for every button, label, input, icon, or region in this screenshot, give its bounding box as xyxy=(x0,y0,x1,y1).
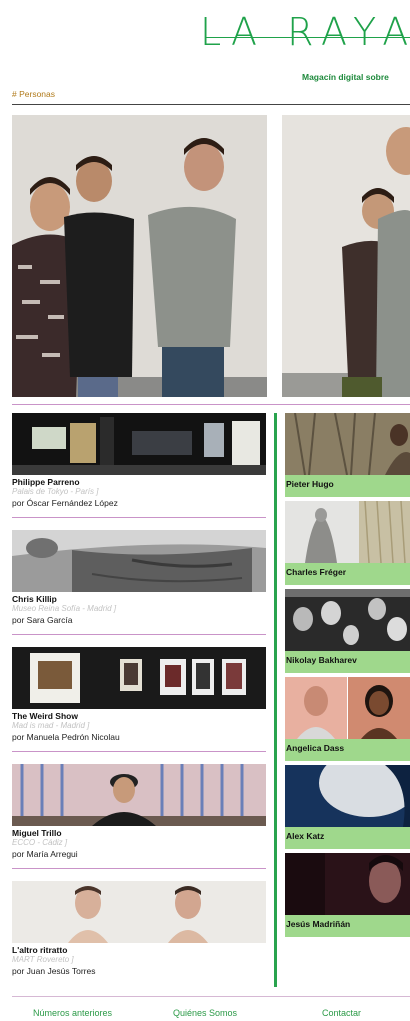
article-author: por Juan Jesús Torres xyxy=(12,966,96,976)
side-card[interactable]: Nikolay Bakharev xyxy=(285,589,410,676)
side-card-title[interactable]: Angelica Dass xyxy=(285,739,410,761)
article-card[interactable]: Chris Killip Museo Reina Sofía - Madrid … xyxy=(12,530,266,647)
side-card-title[interactable]: Pieter Hugo xyxy=(285,475,410,497)
article-venue: ECCO - Cádiz ] xyxy=(12,838,68,847)
article-author: por María Arregui xyxy=(12,849,78,859)
article-author: por Manuela Pedrón Nicolau xyxy=(12,732,120,742)
card-separator xyxy=(12,634,266,635)
side-card[interactable]: Alex Katz xyxy=(285,765,410,852)
site-logo[interactable]: LA RAYA xyxy=(200,12,410,52)
section-tag[interactable]: # Personas xyxy=(12,89,55,99)
article-title[interactable]: L'altro ritratto xyxy=(12,945,67,955)
article-author: por Óscar Fernández López xyxy=(12,498,118,508)
hero-image-main[interactable] xyxy=(12,115,267,397)
hero-image-secondary[interactable] xyxy=(282,115,410,397)
previous-issues-link[interactable]: Números anteriores xyxy=(33,1008,112,1018)
article-thumbnail[interactable] xyxy=(12,530,266,592)
article-thumbnail[interactable] xyxy=(12,413,266,475)
side-card-title[interactable]: Nikolay Bakharev xyxy=(285,651,410,673)
article-title[interactable]: The Weird Show xyxy=(12,711,78,721)
side-card-title[interactable]: Alex Katz xyxy=(285,827,410,849)
article-title[interactable]: Miguel Trillo xyxy=(12,828,62,838)
article-author: por Sara García xyxy=(12,615,73,625)
article-venue: Mad is mad - Madrid ] xyxy=(12,721,90,730)
side-thumbnail[interactable] xyxy=(285,501,410,563)
article-card[interactable]: L'altro ritratto MART Rovereto ] por Jua… xyxy=(12,881,266,998)
header-divider xyxy=(12,104,410,105)
side-card-title[interactable]: Jesús Madriñán xyxy=(285,915,410,937)
card-separator xyxy=(12,517,266,518)
card-separator xyxy=(12,868,266,869)
side-card[interactable]: Charles Fréger xyxy=(285,501,410,588)
side-thumbnail[interactable] xyxy=(285,677,410,739)
content-divider xyxy=(12,404,410,405)
article-card[interactable]: The Weird Show Mad is mad - Madrid ] por… xyxy=(12,647,266,764)
left-article-list: Philippe Parreno Palais de Tokyo - París… xyxy=(12,413,266,998)
about-us-link[interactable]: Quiénes Somos xyxy=(173,1008,237,1018)
article-title[interactable]: Chris Killip xyxy=(12,594,57,604)
side-thumbnail[interactable] xyxy=(285,413,410,475)
side-card-title[interactable]: Charles Fréger xyxy=(285,563,410,585)
article-venue: Palais de Tokyo - París ] xyxy=(12,487,99,496)
article-title[interactable]: Philippe Parreno xyxy=(12,477,80,487)
article-card[interactable]: Philippe Parreno Palais de Tokyo - París… xyxy=(12,413,266,530)
side-card[interactable]: Jesús Madriñán xyxy=(285,853,410,940)
contact-link[interactable]: Contactar xyxy=(322,1008,361,1018)
logo-strike-line xyxy=(205,37,410,38)
article-card[interactable]: Miguel Trillo ECCO - Cádiz ] por María A… xyxy=(12,764,266,881)
side-card[interactable]: Angelica Dass xyxy=(285,677,410,764)
right-article-list: Pieter Hugo Charles Fréger Nikolay Bakha… xyxy=(285,413,410,941)
article-thumbnail[interactable] xyxy=(12,647,266,709)
side-thumbnail[interactable] xyxy=(285,853,410,915)
article-venue: Museo Reina Sofía - Madrid ] xyxy=(12,604,117,613)
side-card[interactable]: Pieter Hugo xyxy=(285,413,410,500)
card-separator xyxy=(12,751,266,752)
article-thumbnail[interactable] xyxy=(12,764,266,826)
footer-divider xyxy=(12,996,410,997)
article-venue: MART Rovereto ] xyxy=(12,955,74,964)
article-thumbnail[interactable] xyxy=(12,881,266,943)
side-thumbnail[interactable] xyxy=(285,589,410,651)
column-divider xyxy=(274,413,277,987)
side-thumbnail[interactable] xyxy=(285,765,410,827)
site-tagline: Magacín digital sobre xyxy=(302,72,389,82)
